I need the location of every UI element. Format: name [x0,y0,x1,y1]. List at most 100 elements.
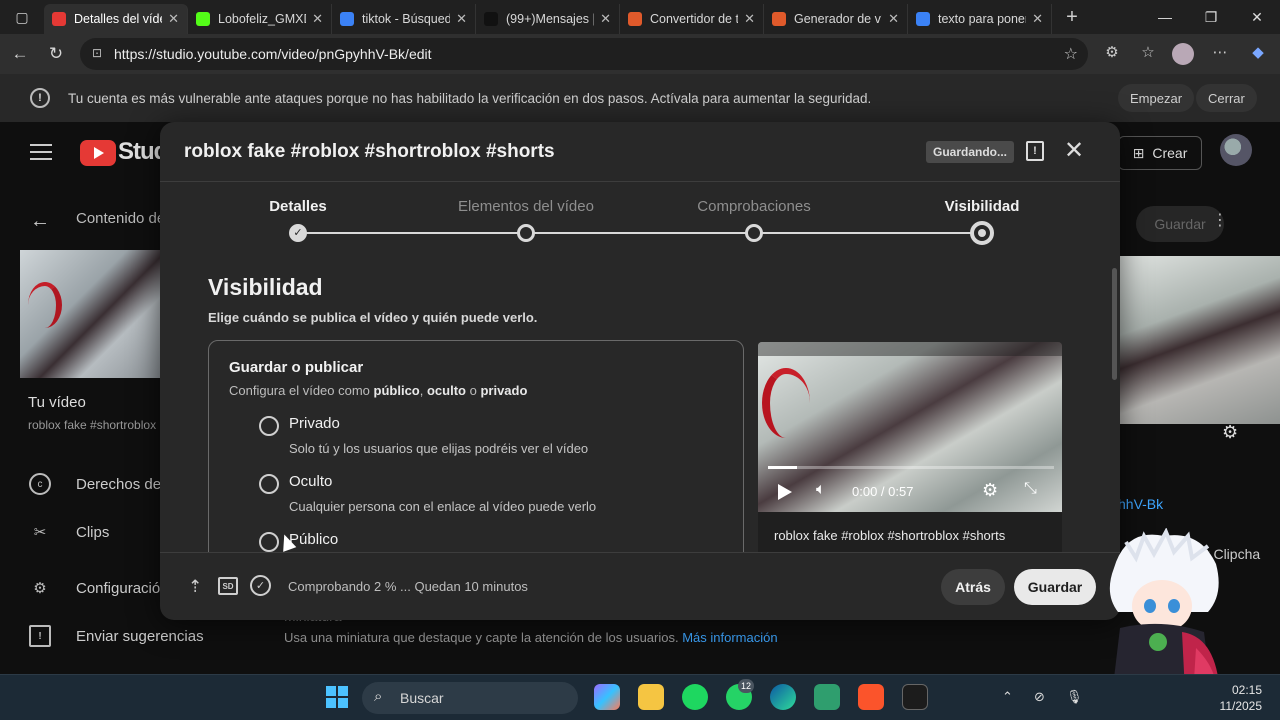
tab-close-icon[interactable]: ✕ [456,11,467,27]
save-button[interactable]: Guardar [1014,569,1096,605]
step-dot [517,224,535,242]
app-icon[interactable] [814,684,840,710]
close-icon[interactable]: ✕ [1064,136,1084,165]
file-explorer-icon[interactable] [638,684,664,710]
card-desc-private: privado [480,383,528,398]
tab-close-icon[interactable]: ✕ [600,11,611,27]
sidebar-item-label: Configuració [76,579,161,597]
close-window-icon[interactable]: ✕ [1234,0,1280,34]
video-game-hud [758,342,1062,356]
card-desc-or: o [465,383,481,398]
account-avatar[interactable] [1220,134,1252,166]
video-thumbnail[interactable] [20,250,160,378]
browser-tab[interactable]: Generador de vídeo ✕ [764,4,908,34]
create-video-icon: ⊞ [1132,144,1145,161]
more-menu-icon[interactable]: ⋯ [1208,43,1232,65]
spotify-icon[interactable] [682,684,708,710]
back-arrow-icon[interactable]: ← [30,210,50,233]
reload-icon[interactable]: ↻ [38,36,74,72]
video-progress-bar[interactable] [768,466,1054,469]
youtube-logo-icon[interactable] [80,140,116,166]
gear-icon[interactable]: ⚙ [1222,422,1238,443]
copyright-icon: c [29,473,51,495]
copilot-icon[interactable]: ◆ [1246,43,1270,65]
step-visibility[interactable]: Visibilidad [945,198,1020,215]
report-issue-icon[interactable]: ! [1026,141,1044,161]
fullscreen-icon[interactable]: ⤡ [1024,480,1037,498]
volume-icon[interactable]: 🔈︎ [816,481,826,499]
url-input[interactable]: ⊡ https://studio.youtube.com/video/pnGpy… [80,38,1088,70]
sidebar-item-feedback[interactable]: ! Enviar sugerencias [0,616,260,656]
windows-start-icon[interactable] [326,686,348,708]
tab-label: tiktok - Búsqueda [362,12,451,26]
thumbnail-desc-text: Usa una miniatura que destaque y capte l… [284,630,679,645]
step-video-elements[interactable]: Elementos del vídeo [458,198,594,215]
back-arrow-icon[interactable]: ← [2,36,38,72]
radio-private[interactable] [259,416,279,436]
sidebar-item-label: Clips [76,523,110,541]
edge-icon[interactable] [770,684,796,710]
step-details[interactable]: Detalles [269,198,327,215]
scissors-icon: ✂ [33,524,47,541]
tray-chevron-icon[interactable]: ⌃ [1002,689,1013,705]
network-icon[interactable]: ⊘ [1034,689,1045,705]
play-icon[interactable] [778,484,792,500]
browser-tab[interactable]: (99+)Mensajes | TikTok ✕ [476,4,620,34]
start-2fa-button[interactable]: Empezar [1118,84,1195,112]
video-link[interactable]: hhV-Bk [1118,496,1163,512]
step-dot [745,224,763,242]
step-checks[interactable]: Comprobaciones [697,198,810,215]
site-info-icon[interactable]: ⊡ [92,46,106,60]
radio-public[interactable] [259,532,279,552]
dialog-footer: ⇡ SD ✓ Comprobando 2 % ... Quedan 10 min… [160,552,1120,620]
tab-actions-icon[interactable]: ▢ [0,0,44,34]
browser-tab-bar: ▢ Detalles del vídeo✕Lobofeliz_GMXD✕tikt… [0,0,1280,34]
favorite-star-icon[interactable]: ☆ [1064,44,1078,64]
tab-close-icon[interactable]: ✕ [168,11,179,27]
search-icon [340,12,354,26]
checks-icon[interactable]: ✓ [250,575,271,596]
menu-icon[interactable] [30,144,52,165]
dialog-title: roblox fake #roblox #shortroblox #shorts [184,141,555,162]
tab-close-icon[interactable]: ✕ [888,11,899,27]
video-player[interactable]: 🔈︎ 0:00 / 0:57 ⚙ ⤡ [758,342,1062,512]
favorites-icon[interactable]: ☆ [1136,43,1160,65]
tab-close-icon[interactable]: ✕ [312,11,323,27]
capcut-icon[interactable] [902,684,928,710]
brave-icon[interactable] [858,684,884,710]
browser-tab[interactable]: tiktok - Búsqueda ✕ [332,4,476,34]
radio-unlisted[interactable] [259,474,279,494]
taskbar-search[interactable]: ⌕ Buscar [362,682,578,714]
browser-tab[interactable]: Lobofeliz_GMXD ✕ [188,4,332,34]
browser-tab[interactable]: Detalles del vídeo ✕ [44,4,188,34]
upload-icon[interactable]: ⇡ [188,577,202,597]
details-save-button[interactable]: Guardar [1136,206,1224,242]
player-settings-icon[interactable]: ⚙ [982,480,998,501]
search-icon: ⌕ [374,688,383,705]
back-button[interactable]: Atrás [941,569,1005,605]
system-clock[interactable]: 02:15 11/2025 [1220,682,1263,714]
youtube-studio-icon [52,12,66,26]
tab-close-icon[interactable]: ✕ [1032,11,1043,27]
security-banner: ! Tu cuenta es más vulnerable ante ataqu… [0,74,1280,122]
browser-tab[interactable]: Convertidor de texto ✕ [620,4,764,34]
sd-quality-icon[interactable]: SD [218,577,238,595]
more-info-link[interactable]: Más información [682,630,777,645]
more-options-icon[interactable]: ⋮ [1212,210,1228,230]
close-banner-button[interactable]: Cerrar [1196,84,1257,112]
browser-tab[interactable]: texto para poner ✕ [908,4,1052,34]
new-tab-button[interactable]: + [1052,0,1092,34]
save-or-publish-card: Guardar o publicar Configura el vídeo co… [208,340,744,552]
tab-label: (99+)Mensajes | TikTok [506,12,594,26]
microphone-icon[interactable]: 🎙︎ [1066,689,1083,705]
dialog-scrollbar[interactable] [1112,268,1117,380]
option-label: Privado [289,415,340,432]
copilot-app-icon[interactable] [594,684,620,710]
minimize-icon[interactable]: — [1142,0,1188,34]
extensions-icon[interactable]: ⚙ [1100,43,1124,65]
create-button[interactable]: ⊞ Crear [1118,136,1202,170]
video-preview-thumbnail[interactable] [1120,256,1280,424]
tab-close-icon[interactable]: ✕ [744,11,755,27]
profile-avatar[interactable] [1172,43,1194,65]
restore-icon[interactable]: ❐ [1188,0,1234,34]
